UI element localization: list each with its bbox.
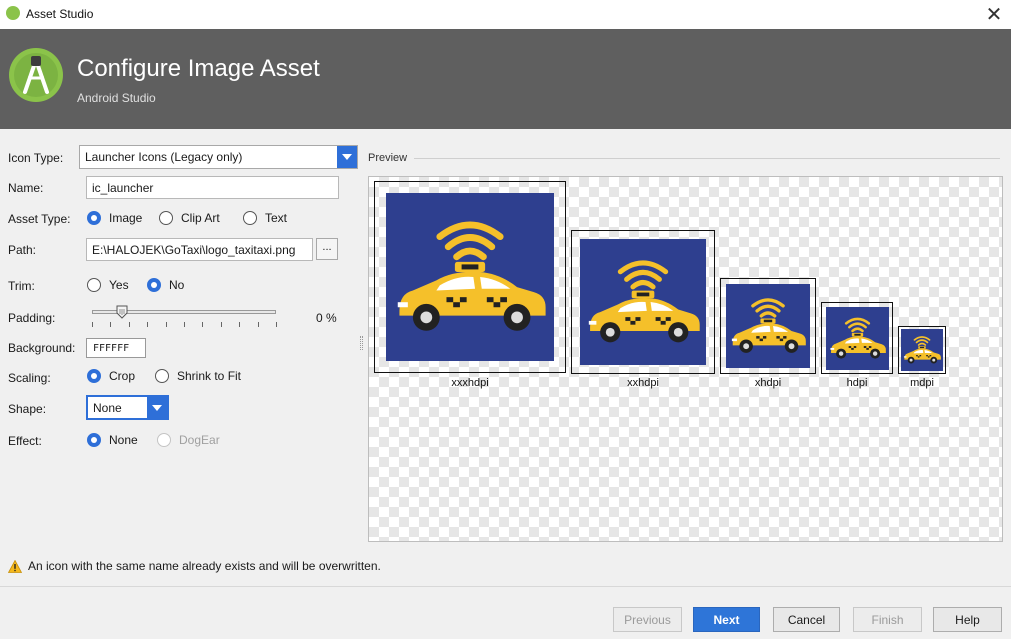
asset-type-clipart-label: Clip Art <box>181 211 220 225</box>
radio-selected-icon <box>87 211 101 225</box>
slider-tick <box>147 322 149 327</box>
asset-type-clipart-radio[interactable]: Clip Art <box>159 211 220 225</box>
trim-no-label: No <box>169 278 185 292</box>
density-label-xhdpi: xhdpi <box>754 377 782 389</box>
preview-divider <box>414 158 1000 159</box>
scaling-shrink-radio[interactable]: Shrink to Fit <box>155 369 241 383</box>
taxi-logo-icon <box>386 193 554 361</box>
preview-icon-mdpi <box>898 326 946 374</box>
android-studio-icon <box>6 6 20 20</box>
splitter-handle[interactable] <box>360 336 363 350</box>
next-button[interactable]: Next <box>693 607 760 632</box>
shape-select[interactable]: None <box>86 395 169 420</box>
taxi-logo-icon <box>580 239 706 365</box>
taxi-logo-icon <box>826 307 889 370</box>
footer-divider <box>0 586 1011 587</box>
header-banner: Configure Image Asset Android Studio <box>0 29 1011 129</box>
background-color-field[interactable]: FFFFFF <box>86 338 146 358</box>
padding-value: 0 % <box>316 311 337 325</box>
trim-yes-label: Yes <box>109 278 129 292</box>
density-label-hdpi: hdpi <box>846 377 868 389</box>
asset-type-image-label: Image <box>109 211 143 225</box>
asset-type-image-radio[interactable]: Image <box>87 211 142 225</box>
radio-unselected-icon <box>243 211 257 225</box>
slider-tick <box>239 322 241 327</box>
previous-button[interactable]: Previous <box>613 607 682 632</box>
window-titlebar: Asset Studio ✕ <box>0 0 1011 29</box>
cancel-button[interactable]: Cancel <box>773 607 840 632</box>
icon-type-value: Launcher Icons (Legacy only) <box>85 150 243 164</box>
radio-selected-icon <box>87 369 101 383</box>
scaling-crop-label: Crop <box>109 369 136 383</box>
effect-dogear-label: DogEar <box>179 433 220 447</box>
radio-unselected-icon <box>87 278 101 292</box>
background-label: Background: <box>8 341 76 355</box>
preview-icon-hdpi <box>821 302 893 374</box>
preview-label: Preview <box>368 152 408 164</box>
chevron-down-icon <box>337 146 357 168</box>
path-field[interactable]: E:\HALOJEK\GoTaxi\logo_taxitaxi.png <box>86 238 313 261</box>
scaling-crop-radio[interactable]: Crop <box>87 369 135 383</box>
slider-tick <box>184 322 185 327</box>
preview-icon-xxhdpi <box>571 230 715 374</box>
trim-label: Trim: <box>8 279 35 293</box>
slider-ticks <box>92 322 278 328</box>
preview-icon-xhdpi <box>720 278 816 374</box>
slider-tick <box>110 322 112 327</box>
effect-none-radio[interactable]: None <box>87 433 138 447</box>
slider-tick <box>220 322 222 327</box>
name-field[interactable]: ic_launcher <box>86 176 339 199</box>
slider-thumb[interactable] <box>116 305 128 319</box>
icon-type-label: Icon Type: <box>8 151 64 165</box>
path-label: Path: <box>8 243 37 257</box>
padding-label: Padding: <box>8 311 56 325</box>
page-subtitle: Android Studio <box>77 91 156 105</box>
padding-slider[interactable] <box>92 305 278 330</box>
preview-icon-xxxhdpi <box>374 181 566 373</box>
density-label-mdpi: mdpi <box>910 377 934 389</box>
shape-value: None <box>93 401 122 415</box>
radio-unselected-icon <box>155 369 169 383</box>
taxi-logo-icon <box>726 284 810 368</box>
radio-selected-icon <box>147 278 161 292</box>
scaling-shrink-label: Shrink to Fit <box>177 369 242 383</box>
slider-tick <box>257 322 259 327</box>
slider-tick <box>202 322 204 327</box>
radio-selected-icon <box>87 433 101 447</box>
effect-none-label: None <box>109 433 138 447</box>
overwrite-warning: An icon with the same name already exist… <box>8 559 381 573</box>
trim-yes-radio[interactable]: Yes <box>87 278 129 292</box>
finish-button[interactable]: Finish <box>853 607 922 632</box>
window-title: Asset Studio <box>26 7 94 21</box>
density-label-xxhdpi: xxhdpi <box>627 377 659 389</box>
density-label-xxxhdpi: xxxhdpi <box>451 377 489 389</box>
slider-tick <box>92 322 93 327</box>
slider-tick <box>128 322 130 327</box>
icon-type-select[interactable]: Launcher Icons (Legacy only) <box>79 145 358 169</box>
effect-label: Effect: <box>8 434 42 448</box>
close-window-icon[interactable]: ✕ <box>977 0 1011 29</box>
android-studio-logo <box>9 48 63 102</box>
trim-no-radio[interactable]: No <box>147 278 184 292</box>
asset-type-text-radio[interactable]: Text <box>243 211 287 225</box>
effect-dogear-radio: DogEar <box>157 433 220 447</box>
taxi-logo-icon <box>901 329 943 371</box>
name-label: Name: <box>8 181 44 195</box>
help-button[interactable]: Help <box>933 607 1002 632</box>
shape-label: Shape: <box>8 402 47 416</box>
slider-tick <box>276 322 277 327</box>
scaling-label: Scaling: <box>8 371 51 385</box>
browse-button[interactable]: ... <box>316 238 338 260</box>
asset-type-label: Asset Type: <box>8 212 71 226</box>
radio-unselected-icon <box>159 211 173 225</box>
asset-type-text-label: Text <box>265 211 288 225</box>
chevron-down-icon <box>147 397 167 418</box>
warning-icon <box>8 559 22 573</box>
warning-text: An icon with the same name already exist… <box>28 559 381 573</box>
page-title: Configure Image Asset <box>77 55 320 82</box>
radio-disabled-icon <box>157 433 171 447</box>
slider-tick <box>165 322 167 327</box>
